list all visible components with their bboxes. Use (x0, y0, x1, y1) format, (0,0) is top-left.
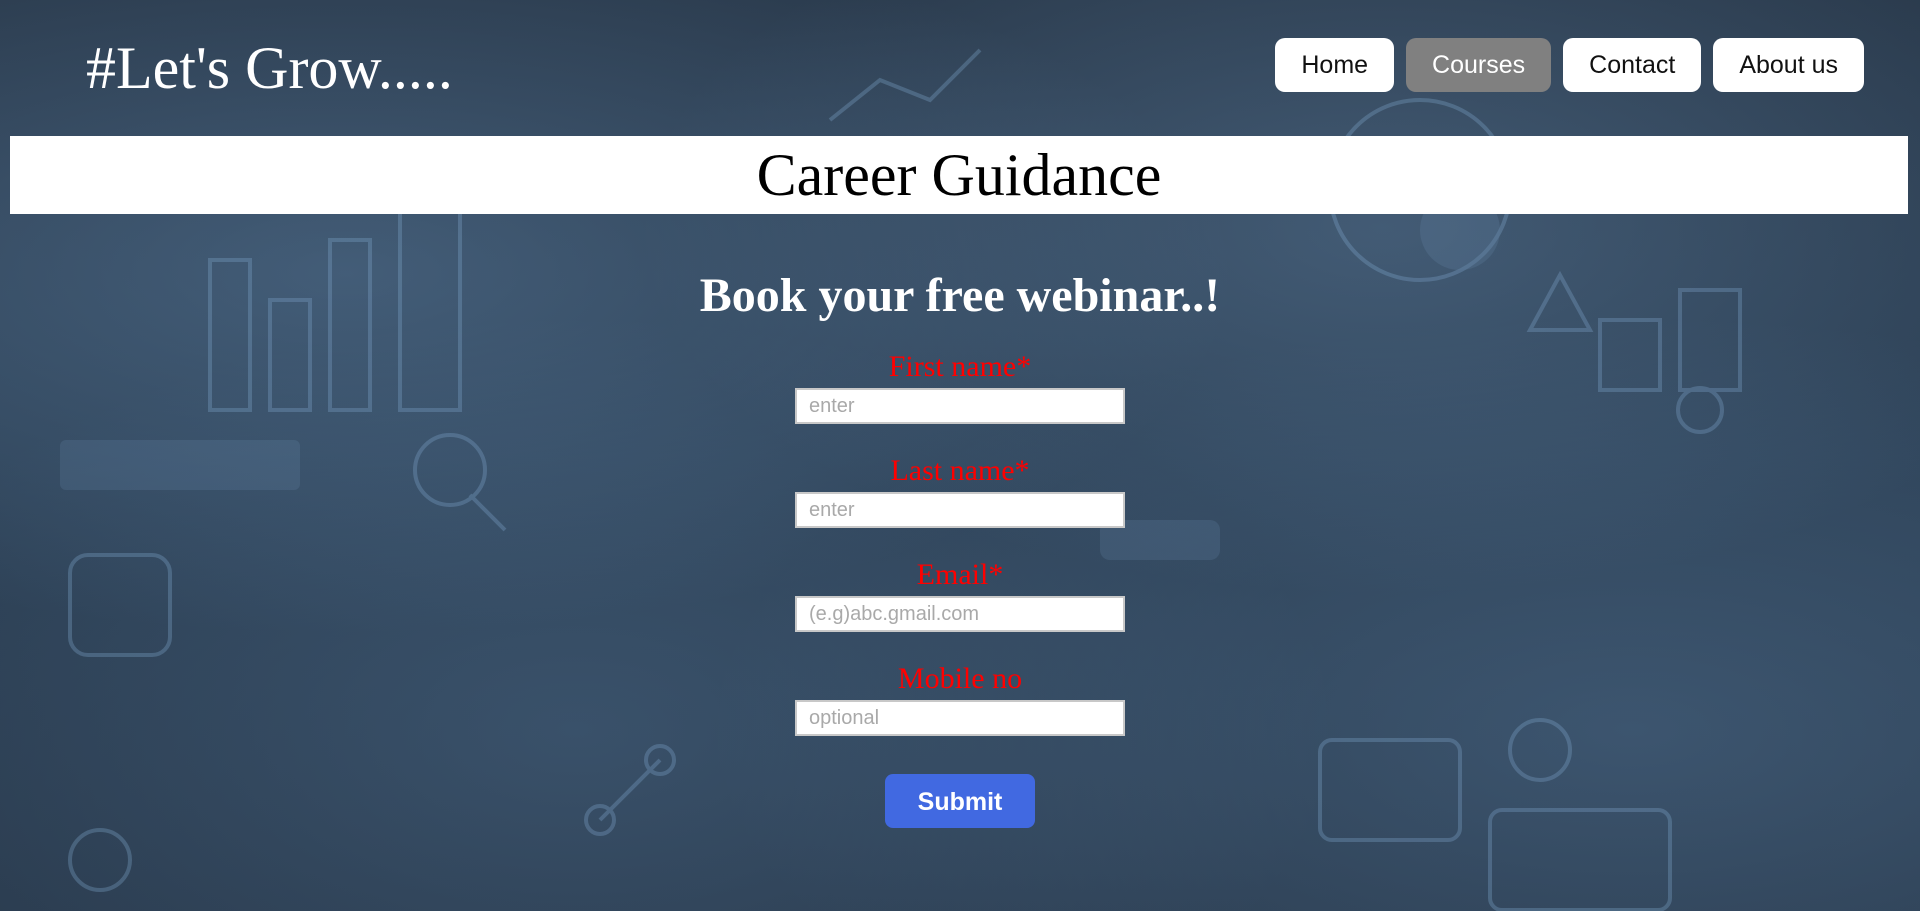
email-label: Email* (916, 558, 1004, 591)
nav-contact-button[interactable]: Contact (1563, 38, 1702, 92)
webinar-heading: Book your free webinar..! (699, 269, 1221, 322)
site-header: #Let's Grow..... Home Courses Contact Ab… (0, 0, 1920, 136)
mobile-input[interactable] (795, 700, 1125, 736)
page-title: Career Guidance (756, 142, 1162, 208)
first-name-label: First name* (888, 350, 1032, 383)
last-name-field-group: Last name* (795, 454, 1125, 528)
nav-courses-button[interactable]: Courses (1406, 38, 1552, 92)
title-banner: Career Guidance (10, 136, 1908, 214)
first-name-field-group: First name* (795, 350, 1125, 424)
mobile-field-group: Mobile no (795, 662, 1125, 736)
main-nav: Home Courses Contact About us (1275, 38, 1864, 92)
submit-button[interactable]: Submit (885, 774, 1035, 828)
first-name-input[interactable] (795, 388, 1125, 424)
nav-about-us-button[interactable]: About us (1713, 38, 1864, 92)
email-field-group: Email* (795, 558, 1125, 632)
last-name-input[interactable] (795, 492, 1125, 528)
brand-logo-text: #Let's Grow..... (86, 35, 453, 101)
email-input[interactable] (795, 596, 1125, 632)
webinar-section: Book your free webinar..! First name* La… (0, 258, 1920, 828)
last-name-label: Last name* (890, 454, 1030, 487)
nav-home-button[interactable]: Home (1275, 38, 1395, 92)
webinar-form: First name* Last name* Email* Mobile no … (795, 350, 1125, 828)
mobile-label: Mobile no (897, 662, 1023, 695)
